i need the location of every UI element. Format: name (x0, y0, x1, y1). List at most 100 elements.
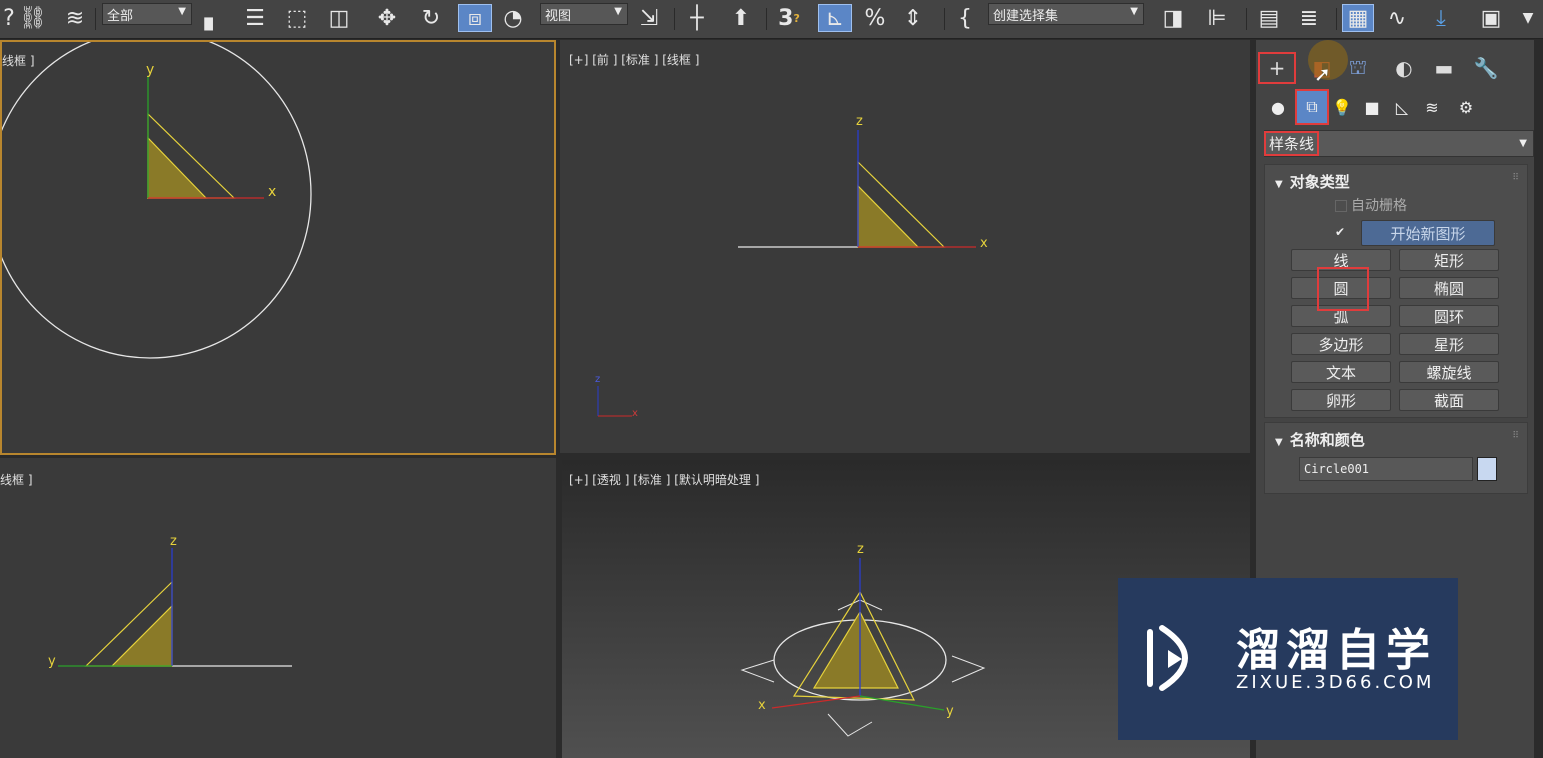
triangle-fill (110, 604, 173, 667)
geometry-icon[interactable]: ● (1266, 94, 1290, 120)
angle-snap-icon[interactable]: ⊾ (818, 4, 852, 32)
gizmo-z-label: z (595, 374, 601, 385)
watermark-brand: 溜溜自学 (1236, 625, 1436, 676)
axis-z-label: z (856, 114, 863, 129)
cameras-icon[interactable]: ■ (1360, 94, 1384, 120)
watermark-overlay: 溜溜自学 ZIXUE.3D66.COM (1118, 578, 1458, 740)
spline-section-button[interactable]: 截面 (1399, 389, 1499, 411)
name-color-header[interactable]: ▼ 名称和颜色 (1275, 429, 1365, 450)
viewport-top-scene (2, 42, 312, 359)
start-new-shape-button[interactable]: 开始新图形 (1361, 220, 1495, 246)
selection-filter-dropdown[interactable]: 全部 ▼ (102, 3, 192, 25)
category-value: 样条线 (1263, 131, 1320, 156)
named-selection-set-dropdown[interactable]: 创建选择集 ▼ (988, 3, 1144, 25)
rollout-title: 名称和颜色 (1289, 431, 1365, 449)
schematic-view-icon[interactable]: ⤓ (1428, 4, 1454, 32)
toolbar-separator (944, 8, 945, 30)
play-logo-icon (1147, 625, 1188, 691)
spline-egg-button[interactable]: 卵形 (1291, 389, 1391, 411)
chevron-down-icon: ▼ (1519, 138, 1527, 149)
curve-editor-icon[interactable]: ∿ (1384, 4, 1410, 32)
object-color-swatch[interactable] (1477, 457, 1497, 481)
spline-star-button[interactable]: 星形 (1399, 333, 1499, 355)
spline-rectangle-button[interactable]: 矩形 (1399, 249, 1499, 271)
material-editor-icon[interactable]: ▣ (1478, 4, 1504, 32)
select-object-icon[interactable]: ▖ (200, 4, 226, 32)
rollout-collapse-icon: ▼ (1275, 179, 1283, 190)
display-tab-icon[interactable]: ▬ (1430, 53, 1458, 83)
pivot-center-icon[interactable]: ⇲ (636, 4, 662, 32)
category-dropdown[interactable]: 样条线 ▼ (1263, 130, 1534, 157)
motion-tab-icon[interactable]: ◐ (1390, 53, 1418, 83)
scale-icon[interactable]: ⧈ (458, 4, 492, 32)
axis-z-label: z (170, 534, 177, 549)
percent-snap-icon[interactable]: % (862, 4, 888, 32)
edit-named-selection-icon[interactable]: { (952, 4, 978, 32)
undo-icon[interactable]: ? (2, 4, 16, 32)
snap-superscript: ? (793, 11, 800, 25)
utilities-tab-icon[interactable]: 🔧 (1472, 53, 1500, 83)
spinner-snap-icon[interactable]: ⇕ (900, 4, 926, 32)
viewport-front-scene (597, 130, 976, 417)
object-type-header[interactable]: ▼ 对象类型 (1275, 171, 1350, 192)
toggle-ribbon-icon[interactable]: ▦ (1342, 4, 1374, 32)
mirror-icon[interactable]: ◨ (1160, 4, 1186, 32)
snaps-toggle-icon[interactable]: 3? (776, 4, 802, 32)
name-color-rollout: ▼ 名称和颜色 ⠿ Circle001 (1264, 422, 1528, 494)
lights-icon[interactable]: 💡 (1330, 94, 1354, 120)
shapes-icon[interactable]: ⧉ (1295, 89, 1329, 125)
hierarchy-tab-icon[interactable]: ⛫ (1344, 53, 1372, 83)
keyboard-shortcut-icon[interactable]: ⬆ (728, 4, 754, 32)
spacewarps-icon[interactable]: ≋ (1420, 94, 1444, 120)
circle-shape (2, 42, 312, 359)
more-chevron-icon[interactable]: ▼ (1518, 4, 1538, 32)
axis-y-label: y (146, 62, 155, 78)
spline-donut-button[interactable]: 圆环 (1399, 305, 1499, 327)
rotate-icon[interactable]: ↻ (418, 4, 444, 32)
object-type-rollout: ▼ 对象类型 ⠿ 自动栅格 ✔ 开始新图形 线 矩形 圆 椭圆 弧 圆环 多边形 … (1264, 164, 1528, 418)
placement-icon[interactable]: ◔ (500, 4, 526, 32)
move-icon[interactable]: ✥ (374, 4, 400, 32)
create-tab-plus-icon[interactable]: + (1258, 52, 1296, 84)
select-by-name-icon[interactable]: ☰ (242, 4, 268, 32)
toolbar-separator (766, 8, 767, 30)
axis-y-label: y (946, 704, 954, 719)
rollout-grip-icon[interactable]: ⠿ (1512, 173, 1519, 183)
triangle-fill (857, 184, 920, 248)
axis-y-line (859, 695, 945, 711)
viewport-top[interactable]: 线框 ] y x (0, 40, 556, 455)
circle-button-highlight (1317, 267, 1369, 311)
start-new-shape-checkbox[interactable]: ✔ (1335, 225, 1345, 239)
gizmo-x-label: x (632, 408, 638, 419)
link-icon[interactable]: ⛓ (19, 4, 47, 32)
toolbar-separator (95, 8, 96, 30)
scene-explorer-icon[interactable]: ▤ (1256, 4, 1282, 32)
viewport-front[interactable]: [+] [前 ] [标准 ] [线框 ] z x z x (560, 40, 1250, 453)
bind-spacewarp-icon[interactable]: ≋ (62, 4, 88, 32)
helpers-icon[interactable]: ◺ (1390, 94, 1414, 120)
systems-icon[interactable]: ⚙ (1454, 94, 1478, 120)
spline-text-button[interactable]: 文本 (1291, 361, 1391, 383)
axis-x-line (771, 695, 861, 709)
layer-explorer-icon[interactable]: ≣ (1296, 4, 1322, 32)
mouse-cursor-icon: ➚ (1314, 62, 1331, 86)
rollout-collapse-icon: ▼ (1275, 437, 1283, 448)
axis-x-label: x (268, 184, 277, 200)
spline-helix-button[interactable]: 螺旋线 (1399, 361, 1499, 383)
rollout-title: 对象类型 (1289, 173, 1350, 191)
gizmo-bracket-left (740, 659, 775, 683)
window-crossing-icon[interactable]: ◫ (326, 4, 352, 32)
reference-coordinate-dropdown[interactable]: 视图 ▼ (540, 3, 628, 25)
align-icon[interactable]: ⊫ (1204, 4, 1230, 32)
spline-ellipse-button[interactable]: 椭圆 (1399, 277, 1499, 299)
spline-ngon-button[interactable]: 多边形 (1291, 333, 1391, 355)
select-manipulate-icon[interactable]: ┼ (684, 4, 710, 32)
viewport-left[interactable]: 线框 ] z y (0, 458, 556, 758)
rectangular-selection-icon[interactable]: ⬚ (284, 4, 310, 32)
rollout-grip-icon[interactable]: ⠿ (1512, 431, 1519, 441)
auto-grid-checkbox[interactable]: 自动栅格 (1335, 195, 1407, 215)
triangle-fill (147, 136, 208, 199)
watermark-url: ZIXUE.3D66.COM (1236, 672, 1435, 693)
axis-z-label: z (857, 542, 864, 557)
object-name-input[interactable]: Circle001 (1299, 457, 1473, 481)
